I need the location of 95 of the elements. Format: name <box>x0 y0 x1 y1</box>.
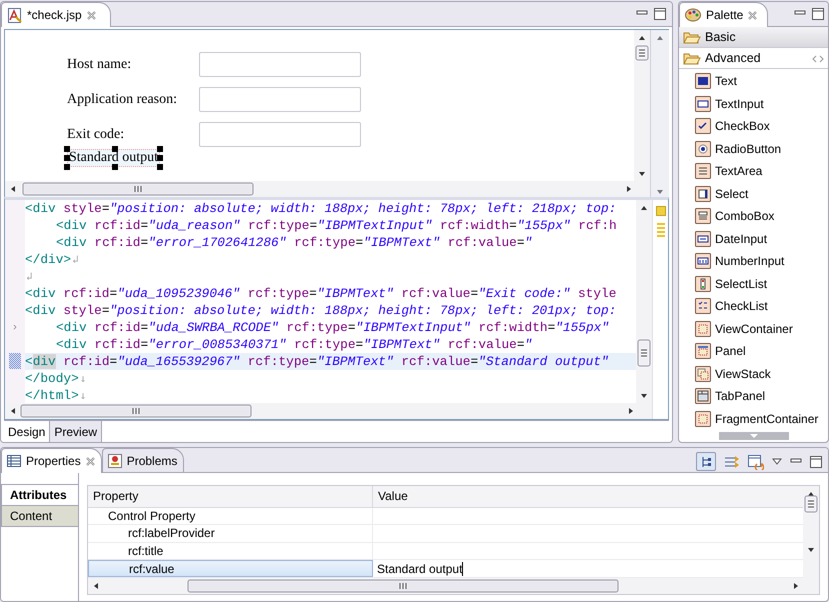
code-line: <div style="position: absolute; width: 188px; height: 78px; left: 218px; top: <box>25 200 618 217</box>
form-label: Exit code: <box>67 126 126 142</box>
palette-item[interactable]: CheckBox <box>695 115 828 138</box>
selected-text-element[interactable]: Standard output <box>67 149 160 167</box>
code-line: <div rcf:id="uda_reason" rcf:type="IBPMTextInput" rcf:width="155px" rcf:h <box>55 217 618 234</box>
column-header[interactable]: Property <box>88 486 373 507</box>
property-cell[interactable]: rcf:value <box>88 560 373 578</box>
palette-item[interactable]: RadioButton <box>695 138 828 160</box>
palette-drawer[interactable]: Basic <box>679 27 828 48</box>
restore-icon[interactable] <box>748 454 764 470</box>
palette-item[interactable]: Panel <box>695 340 828 362</box>
tab-label: Problems <box>126 454 178 468</box>
page-tab[interactable]: Preview <box>50 421 102 442</box>
folder-icon <box>683 30 701 44</box>
pin-icon[interactable] <box>812 55 824 63</box>
horizontal-scrollbar[interactable] <box>5 403 636 419</box>
maximize-icon[interactable] <box>810 456 822 468</box>
text-field[interactable] <box>199 122 361 147</box>
vertical-scrollbar[interactable] <box>803 486 819 578</box>
tree-view-button[interactable] <box>696 452 716 471</box>
horizontal-scrollbar[interactable] <box>88 578 819 594</box>
widget-icon <box>695 343 711 360</box>
close-icon[interactable] <box>748 10 758 20</box>
palette-icon <box>685 8 701 22</box>
property-cell[interactable]: Control Property <box>88 508 373 524</box>
view-tab[interactable]: Properties <box>1 448 102 473</box>
palette-drawer[interactable]: Advanced <box>679 48 828 69</box>
folder-icon <box>683 51 701 65</box>
palette-item[interactable]: ViewStack <box>695 362 828 385</box>
widget-icon <box>695 366 711 382</box>
vertical-scrollbar[interactable] <box>634 30 650 181</box>
tab-label: Properties <box>26 454 81 468</box>
tree-icon <box>700 456 712 468</box>
palette-item[interactable]: DateInput <box>695 228 828 250</box>
palette-item[interactable]: TextArea <box>695 160 828 182</box>
palette-item[interactable]: TextInput <box>695 92 828 115</box>
text-field[interactable] <box>199 52 361 77</box>
widget-icon <box>695 163 711 180</box>
widget-icon <box>695 140 711 157</box>
palette-item[interactable]: NumberInput <box>695 250 828 272</box>
view-tab[interactable]: Problems <box>102 448 184 472</box>
palette-item[interactable]: Select <box>695 182 828 205</box>
palette-item[interactable]: TabPanel <box>695 385 828 408</box>
editor-tab[interactable]: *check.jsp <box>1 2 111 27</box>
code-line: </div>↲ <box>25 251 80 268</box>
vertical-scrollbar[interactable] <box>636 200 652 419</box>
palette-item[interactable]: ViewContainer <box>695 318 828 340</box>
palette-item[interactable]: Text <box>695 70 828 92</box>
form-label: Host name: <box>67 56 132 72</box>
side-tab[interactable]: Content <box>1 505 78 527</box>
tab-label: Palette <box>706 8 744 22</box>
code-line: </body>↓ <box>25 370 88 387</box>
widget-icon <box>695 73 711 90</box>
widget-icon <box>695 388 711 404</box>
view-menu-icon[interactable] <box>772 458 782 466</box>
code-line: <div rcf:id="error_0085340371" rcf:type="IBPMText" rcf:value=" <box>55 336 534 353</box>
widget-icon <box>695 186 711 202</box>
table-icon <box>7 455 21 467</box>
side-tab[interactable]: Attributes <box>1 484 78 506</box>
code-line: ↲ <box>25 269 34 285</box>
problems-icon <box>108 454 122 468</box>
property-cell[interactable]: rcf:title <box>88 542 373 560</box>
form-label: Application reason: <box>67 92 178 108</box>
close-icon[interactable] <box>86 10 96 20</box>
code-line: </html>↓ <box>25 387 88 403</box>
warning-marker-icon[interactable] <box>656 206 666 216</box>
palette-item[interactable]: FragmentContainer <box>695 408 828 430</box>
palette-item[interactable]: ComboBox <box>695 205 828 228</box>
file-icon <box>7 8 22 22</box>
palette-item[interactable]: SelectList <box>695 272 828 295</box>
widget-icon <box>695 298 711 314</box>
text-field[interactable] <box>199 87 361 112</box>
property-cell[interactable]: rcf:labelProvider <box>88 525 373 542</box>
palette-tab[interactable]: Palette <box>679 2 768 27</box>
widget-icon <box>695 118 711 134</box>
code-line: <div rcf:id="uda_SWRBA_RCODE" rcf:type="IBPMTextInput" rcf:width="155px" <box>55 319 610 336</box>
widget-icon <box>695 230 711 247</box>
widget-icon <box>695 320 711 337</box>
widget-icon <box>695 208 711 224</box>
filter-icon[interactable] <box>724 454 740 470</box>
close-icon[interactable] <box>86 456 95 466</box>
vertical-scrollbar[interactable] <box>651 30 669 197</box>
horizontal-scrollbar[interactable] <box>5 181 650 197</box>
code-line: <div rcf:id="uda_1095239046" rcf:type="IBPMText" rcf:value="Exit code:" style <box>25 285 618 302</box>
widget-icon <box>695 410 711 427</box>
column-header[interactable]: Value <box>373 486 408 507</box>
maximize-icon[interactable] <box>654 8 666 20</box>
widget-icon <box>695 253 711 270</box>
widget-icon <box>695 96 711 112</box>
maximize-icon[interactable] <box>812 8 824 20</box>
palette-item[interactable]: CheckList <box>695 295 828 318</box>
tab-label: *check.jsp <box>27 8 82 22</box>
code-line: <div rcf:id="error_1702641286" rcf:type="IBPMText" rcf:value=" <box>55 234 534 251</box>
code-line: <div style="position: absolute; width: 188px; height: 78px; left: 201px; top: <box>25 302 618 319</box>
widget-icon <box>695 276 711 292</box>
